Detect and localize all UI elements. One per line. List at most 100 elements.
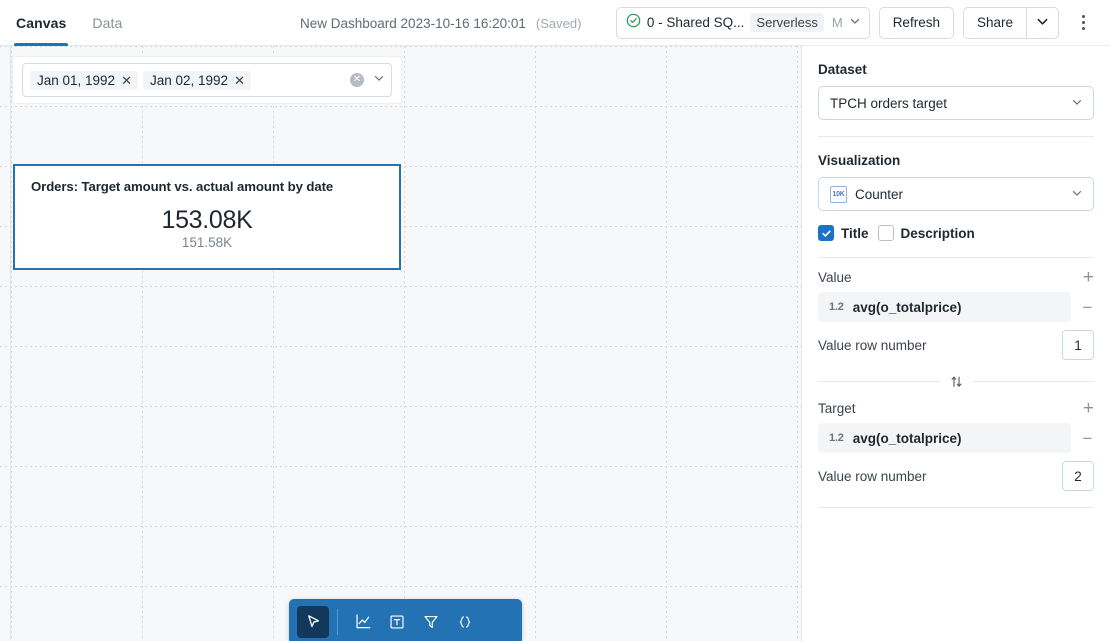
display-toggles: Title Description (802, 211, 1110, 241)
swap-vertical-icon[interactable] (940, 374, 973, 389)
filter-chip[interactable]: Jan 01, 1992 ✕ (30, 70, 138, 90)
page-title[interactable]: New Dashboard 2023-10-16 16:20:01 (300, 16, 526, 31)
value-section: Value + 1.2 avg(o_totalprice) − Value ro… (802, 262, 1110, 360)
value-field-name: avg(o_totalprice) (852, 299, 962, 315)
dataset-section: Dataset TPCH orders target (802, 46, 1110, 120)
serverless-badge: Serverless (750, 13, 824, 32)
visualization-select[interactable]: 10K Counter (818, 177, 1094, 211)
tab-data-label: Data (92, 14, 123, 31)
canvas-toolbar (289, 599, 522, 641)
share-button[interactable]: Share (962, 6, 1026, 39)
value-row-number-input[interactable]: 1 (1062, 330, 1094, 360)
swap-divider (818, 374, 1094, 389)
app-header: Canvas Data New Dashboard 2023-10-16 16:… (0, 0, 1110, 46)
overflow-menu-button[interactable] (1070, 7, 1096, 39)
chevron-down-icon (1036, 15, 1049, 31)
dataset-select[interactable]: TPCH orders target (818, 86, 1094, 120)
minus-icon[interactable]: − (1081, 299, 1094, 316)
counter-widget-title: Orders: Target amount vs. actual amount … (31, 179, 334, 194)
counter-widget-body: 153.08K 151.58K (31, 206, 383, 250)
canvas-grid-vertical (0, 46, 801, 641)
tab-data[interactable]: Data (92, 0, 122, 46)
panel-divider (818, 507, 1094, 508)
funnel-icon (422, 613, 440, 631)
tab-canvas-label: Canvas (16, 14, 67, 31)
counter-viz-icon: 10K (830, 185, 847, 203)
visualization-label: Visualization (818, 153, 901, 168)
toolbar-divider (337, 608, 338, 635)
canvas-area[interactable]: Jan 01, 1992 ✕ Jan 02, 1992 ✕ ✕ Orders: … (0, 46, 802, 641)
dataset-value: TPCH orders target (830, 95, 948, 111)
target-field-row: 1.2 avg(o_totalprice) − (802, 423, 1110, 453)
close-icon[interactable]: ✕ (120, 74, 133, 87)
value-row-number-row: Value row number 1 (802, 322, 1110, 360)
checkbox-unchecked-icon[interactable] (877, 225, 894, 241)
target-section-label: Target (818, 400, 856, 416)
date-filter-widget[interactable]: Jan 01, 1992 ✕ Jan 02, 1992 ✕ ✕ (12, 56, 402, 104)
date-filter-input[interactable]: Jan 01, 1992 ✕ Jan 02, 1992 ✕ ✕ (22, 63, 392, 97)
dataset-label: Dataset (818, 62, 867, 77)
target-section: Target + 1.2 avg(o_totalprice) − Value r… (802, 393, 1110, 491)
filter-tool-button[interactable] (415, 606, 447, 638)
value-section-header: Value + (802, 262, 1110, 292)
target-field-name: avg(o_totalprice) (852, 430, 962, 446)
compute-name: 0 - Shared SQ... (646, 15, 745, 30)
compute-size: M (831, 15, 843, 30)
title-checkbox-label: Title (841, 225, 869, 241)
cursor-icon (305, 613, 322, 630)
target-section-header: Target + (802, 393, 1110, 423)
counter-target: 151.58K (181, 235, 233, 250)
value-row-number-label: Value row number (818, 337, 927, 353)
app-body: Jan 01, 1992 ✕ Jan 02, 1992 ✕ ✕ Orders: … (0, 46, 1110, 641)
counter-widget[interactable]: Orders: Target amount vs. actual amount … (13, 164, 401, 270)
saved-status: (Saved) (535, 15, 582, 31)
target-field-pill[interactable]: 1.2 avg(o_totalprice) (818, 423, 1071, 453)
dashboard-app: Canvas Data New Dashboard 2023-10-16 16:… (0, 0, 1110, 641)
tab-canvas[interactable]: Canvas (13, 0, 69, 46)
text-tool-button[interactable] (381, 606, 413, 638)
target-row-number-input[interactable]: 2 (1062, 461, 1094, 491)
numeric-type-icon: 1.2 (829, 301, 844, 313)
chevron-down-icon[interactable] (373, 71, 385, 89)
visualization-section: Visualization 10K Counter (802, 137, 1110, 211)
description-checkbox-item[interactable]: Description (877, 225, 975, 241)
target-row-number-row: Value row number 2 (802, 453, 1110, 491)
counter-value: 153.08K (161, 206, 253, 234)
title-checkbox-item[interactable]: Title (818, 225, 869, 241)
plus-icon[interactable]: + (1083, 268, 1094, 287)
value-section-label: Value (818, 269, 852, 285)
divider-line (972, 381, 1094, 382)
plus-icon[interactable]: + (1083, 399, 1094, 418)
checkbox-checked-icon[interactable] (818, 225, 834, 241)
text-box-icon (388, 613, 406, 631)
panel-divider (818, 257, 1094, 258)
chevron-down-icon (1071, 187, 1083, 202)
kebab-dot (1081, 27, 1085, 30)
share-dropdown-button[interactable] (1026, 6, 1059, 39)
numeric-type-icon: 1.2 (829, 432, 844, 444)
kebab-dot (1081, 21, 1085, 24)
visualization-value: Counter (855, 186, 904, 202)
check-circle-icon (626, 13, 641, 33)
filter-chip-label: Jan 01, 1992 (37, 72, 116, 88)
code-tool-button[interactable] (449, 606, 481, 638)
filter-chip-label: Jan 02, 1992 (149, 72, 229, 88)
cursor-tool-button[interactable] (297, 605, 329, 638)
clear-circle-icon[interactable]: ✕ (350, 73, 364, 87)
chart-tool-button[interactable] (347, 606, 379, 638)
code-brackets-icon (456, 613, 474, 631)
value-field-row: 1.2 avg(o_totalprice) − (802, 292, 1110, 322)
value-field-pill[interactable]: 1.2 avg(o_totalprice) (818, 292, 1071, 322)
compute-selector[interactable]: 0 - Shared SQ... Serverless M (615, 6, 870, 39)
dashboard-title-group: New Dashboard 2023-10-16 16:20:01 (Saved… (300, 0, 581, 46)
description-checkbox-label: Description (900, 225, 975, 241)
filter-input-tools: ✕ (344, 71, 385, 89)
minus-icon[interactable]: − (1081, 430, 1094, 447)
view-tabs: Canvas Data (0, 0, 122, 46)
filter-chip[interactable]: Jan 02, 1992 ✕ (142, 70, 251, 90)
close-icon[interactable]: ✕ (233, 74, 246, 87)
refresh-button[interactable]: Refresh (878, 6, 954, 39)
share-button-group: Share (962, 6, 1059, 39)
chevron-down-icon (849, 14, 861, 32)
kebab-dot (1081, 15, 1085, 18)
